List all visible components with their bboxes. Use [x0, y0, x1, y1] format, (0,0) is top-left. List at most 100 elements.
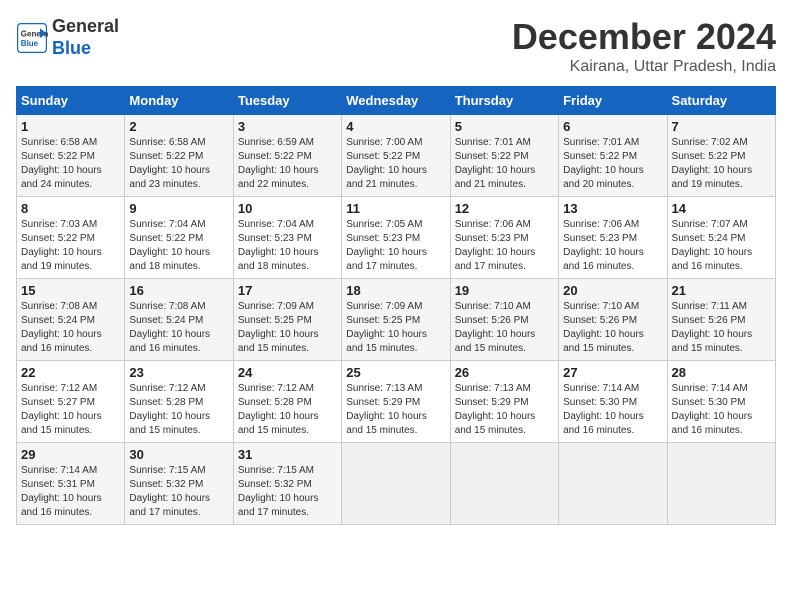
calendar-cell: 10 Sunrise: 7:04 AM Sunset: 5:23 PM Dayl… — [233, 197, 341, 279]
day-info: Sunrise: 7:11 AM Sunset: 5:26 PM Dayligh… — [672, 300, 771, 356]
day-info: Sunrise: 6:58 AM Sunset: 5:22 PM Dayligh… — [21, 136, 120, 192]
calendar-cell: 17 Sunrise: 7:09 AM Sunset: 5:25 PM Dayl… — [233, 279, 341, 361]
calendar-table: SundayMondayTuesdayWednesdayThursdayFrid… — [16, 86, 776, 525]
calendar-cell: 1 Sunrise: 6:58 AM Sunset: 5:22 PM Dayli… — [17, 115, 125, 197]
day-info: Sunrise: 7:12 AM Sunset: 5:28 PM Dayligh… — [238, 382, 337, 438]
day-info: Sunrise: 6:58 AM Sunset: 5:22 PM Dayligh… — [129, 136, 228, 192]
day-info: Sunrise: 7:01 AM Sunset: 5:22 PM Dayligh… — [563, 136, 662, 192]
day-info: Sunrise: 7:09 AM Sunset: 5:25 PM Dayligh… — [238, 300, 337, 356]
day-info: Sunrise: 7:12 AM Sunset: 5:27 PM Dayligh… — [21, 382, 120, 438]
day-info: Sunrise: 7:15 AM Sunset: 5:32 PM Dayligh… — [129, 464, 228, 520]
day-number: 12 — [455, 201, 554, 216]
day-number: 11 — [346, 201, 445, 216]
day-info: Sunrise: 7:04 AM Sunset: 5:22 PM Dayligh… — [129, 218, 228, 274]
day-number: 21 — [672, 283, 771, 298]
calendar-cell: 25 Sunrise: 7:13 AM Sunset: 5:29 PM Dayl… — [342, 361, 450, 443]
calendar-cell: 4 Sunrise: 7:00 AM Sunset: 5:22 PM Dayli… — [342, 115, 450, 197]
day-info: Sunrise: 6:59 AM Sunset: 5:22 PM Dayligh… — [238, 136, 337, 192]
day-number: 31 — [238, 447, 337, 462]
day-number: 1 — [21, 119, 120, 134]
day-number: 14 — [672, 201, 771, 216]
day-info: Sunrise: 7:03 AM Sunset: 5:22 PM Dayligh… — [21, 218, 120, 274]
day-number: 6 — [563, 119, 662, 134]
calendar-cell: 14 Sunrise: 7:07 AM Sunset: 5:24 PM Dayl… — [667, 197, 775, 279]
weekday-header-thursday: Thursday — [450, 87, 558, 115]
logo-icon: General Blue — [16, 22, 48, 54]
calendar-cell — [342, 443, 450, 525]
calendar-cell: 23 Sunrise: 7:12 AM Sunset: 5:28 PM Dayl… — [125, 361, 233, 443]
day-number: 23 — [129, 365, 228, 380]
day-number: 2 — [129, 119, 228, 134]
day-number: 26 — [455, 365, 554, 380]
day-number: 30 — [129, 447, 228, 462]
day-info: Sunrise: 7:10 AM Sunset: 5:26 PM Dayligh… — [455, 300, 554, 356]
weekday-header-saturday: Saturday — [667, 87, 775, 115]
day-number: 9 — [129, 201, 228, 216]
calendar-cell: 20 Sunrise: 7:10 AM Sunset: 5:26 PM Dayl… — [559, 279, 667, 361]
day-number: 19 — [455, 283, 554, 298]
day-info: Sunrise: 7:06 AM Sunset: 5:23 PM Dayligh… — [563, 218, 662, 274]
day-info: Sunrise: 7:07 AM Sunset: 5:24 PM Dayligh… — [672, 218, 771, 274]
day-number: 10 — [238, 201, 337, 216]
calendar-cell: 3 Sunrise: 6:59 AM Sunset: 5:22 PM Dayli… — [233, 115, 341, 197]
calendar-cell: 21 Sunrise: 7:11 AM Sunset: 5:26 PM Dayl… — [667, 279, 775, 361]
title-block: December 2024 Kairana, Uttar Pradesh, In… — [512, 16, 776, 76]
calendar-cell: 26 Sunrise: 7:13 AM Sunset: 5:29 PM Dayl… — [450, 361, 558, 443]
calendar-cell: 9 Sunrise: 7:04 AM Sunset: 5:22 PM Dayli… — [125, 197, 233, 279]
day-number: 28 — [672, 365, 771, 380]
logo: General Blue General Blue — [16, 16, 119, 59]
calendar-cell: 15 Sunrise: 7:08 AM Sunset: 5:24 PM Dayl… — [17, 279, 125, 361]
calendar-week-row: 22 Sunrise: 7:12 AM Sunset: 5:27 PM Dayl… — [17, 361, 776, 443]
day-number: 15 — [21, 283, 120, 298]
calendar-cell: 29 Sunrise: 7:14 AM Sunset: 5:31 PM Dayl… — [17, 443, 125, 525]
day-info: Sunrise: 7:09 AM Sunset: 5:25 PM Dayligh… — [346, 300, 445, 356]
day-info: Sunrise: 7:12 AM Sunset: 5:28 PM Dayligh… — [129, 382, 228, 438]
calendar-cell — [559, 443, 667, 525]
day-number: 20 — [563, 283, 662, 298]
day-info: Sunrise: 7:04 AM Sunset: 5:23 PM Dayligh… — [238, 218, 337, 274]
day-number: 17 — [238, 283, 337, 298]
day-info: Sunrise: 7:13 AM Sunset: 5:29 PM Dayligh… — [455, 382, 554, 438]
day-number: 3 — [238, 119, 337, 134]
weekday-header-tuesday: Tuesday — [233, 87, 341, 115]
calendar-week-row: 1 Sunrise: 6:58 AM Sunset: 5:22 PM Dayli… — [17, 115, 776, 197]
day-info: Sunrise: 7:02 AM Sunset: 5:22 PM Dayligh… — [672, 136, 771, 192]
day-number: 5 — [455, 119, 554, 134]
calendar-cell: 31 Sunrise: 7:15 AM Sunset: 5:32 PM Dayl… — [233, 443, 341, 525]
calendar-cell: 6 Sunrise: 7:01 AM Sunset: 5:22 PM Dayli… — [559, 115, 667, 197]
calendar-cell: 2 Sunrise: 6:58 AM Sunset: 5:22 PM Dayli… — [125, 115, 233, 197]
weekday-header-sunday: Sunday — [17, 87, 125, 115]
day-number: 4 — [346, 119, 445, 134]
calendar-cell: 28 Sunrise: 7:14 AM Sunset: 5:30 PM Dayl… — [667, 361, 775, 443]
calendar-cell: 8 Sunrise: 7:03 AM Sunset: 5:22 PM Dayli… — [17, 197, 125, 279]
day-info: Sunrise: 7:14 AM Sunset: 5:31 PM Dayligh… — [21, 464, 120, 520]
day-number: 22 — [21, 365, 120, 380]
page-header: General Blue General Blue December 2024 … — [16, 16, 776, 76]
weekday-header-monday: Monday — [125, 87, 233, 115]
day-number: 25 — [346, 365, 445, 380]
calendar-cell: 5 Sunrise: 7:01 AM Sunset: 5:22 PM Dayli… — [450, 115, 558, 197]
calendar-week-row: 15 Sunrise: 7:08 AM Sunset: 5:24 PM Dayl… — [17, 279, 776, 361]
calendar-cell: 24 Sunrise: 7:12 AM Sunset: 5:28 PM Dayl… — [233, 361, 341, 443]
weekday-header-wednesday: Wednesday — [342, 87, 450, 115]
day-number: 7 — [672, 119, 771, 134]
day-info: Sunrise: 7:13 AM Sunset: 5:29 PM Dayligh… — [346, 382, 445, 438]
day-info: Sunrise: 7:08 AM Sunset: 5:24 PM Dayligh… — [21, 300, 120, 356]
day-info: Sunrise: 7:01 AM Sunset: 5:22 PM Dayligh… — [455, 136, 554, 192]
day-number: 8 — [21, 201, 120, 216]
calendar-cell — [450, 443, 558, 525]
day-info: Sunrise: 7:00 AM Sunset: 5:22 PM Dayligh… — [346, 136, 445, 192]
day-info: Sunrise: 7:06 AM Sunset: 5:23 PM Dayligh… — [455, 218, 554, 274]
day-number: 27 — [563, 365, 662, 380]
calendar-cell: 13 Sunrise: 7:06 AM Sunset: 5:23 PM Dayl… — [559, 197, 667, 279]
calendar-header-row: SundayMondayTuesdayWednesdayThursdayFrid… — [17, 87, 776, 115]
day-info: Sunrise: 7:15 AM Sunset: 5:32 PM Dayligh… — [238, 464, 337, 520]
calendar-week-row: 8 Sunrise: 7:03 AM Sunset: 5:22 PM Dayli… — [17, 197, 776, 279]
calendar-cell: 16 Sunrise: 7:08 AM Sunset: 5:24 PM Dayl… — [125, 279, 233, 361]
logo-general: General — [52, 16, 119, 36]
day-info: Sunrise: 7:14 AM Sunset: 5:30 PM Dayligh… — [563, 382, 662, 438]
day-number: 24 — [238, 365, 337, 380]
day-info: Sunrise: 7:08 AM Sunset: 5:24 PM Dayligh… — [129, 300, 228, 356]
calendar-week-row: 29 Sunrise: 7:14 AM Sunset: 5:31 PM Dayl… — [17, 443, 776, 525]
calendar-cell: 27 Sunrise: 7:14 AM Sunset: 5:30 PM Dayl… — [559, 361, 667, 443]
